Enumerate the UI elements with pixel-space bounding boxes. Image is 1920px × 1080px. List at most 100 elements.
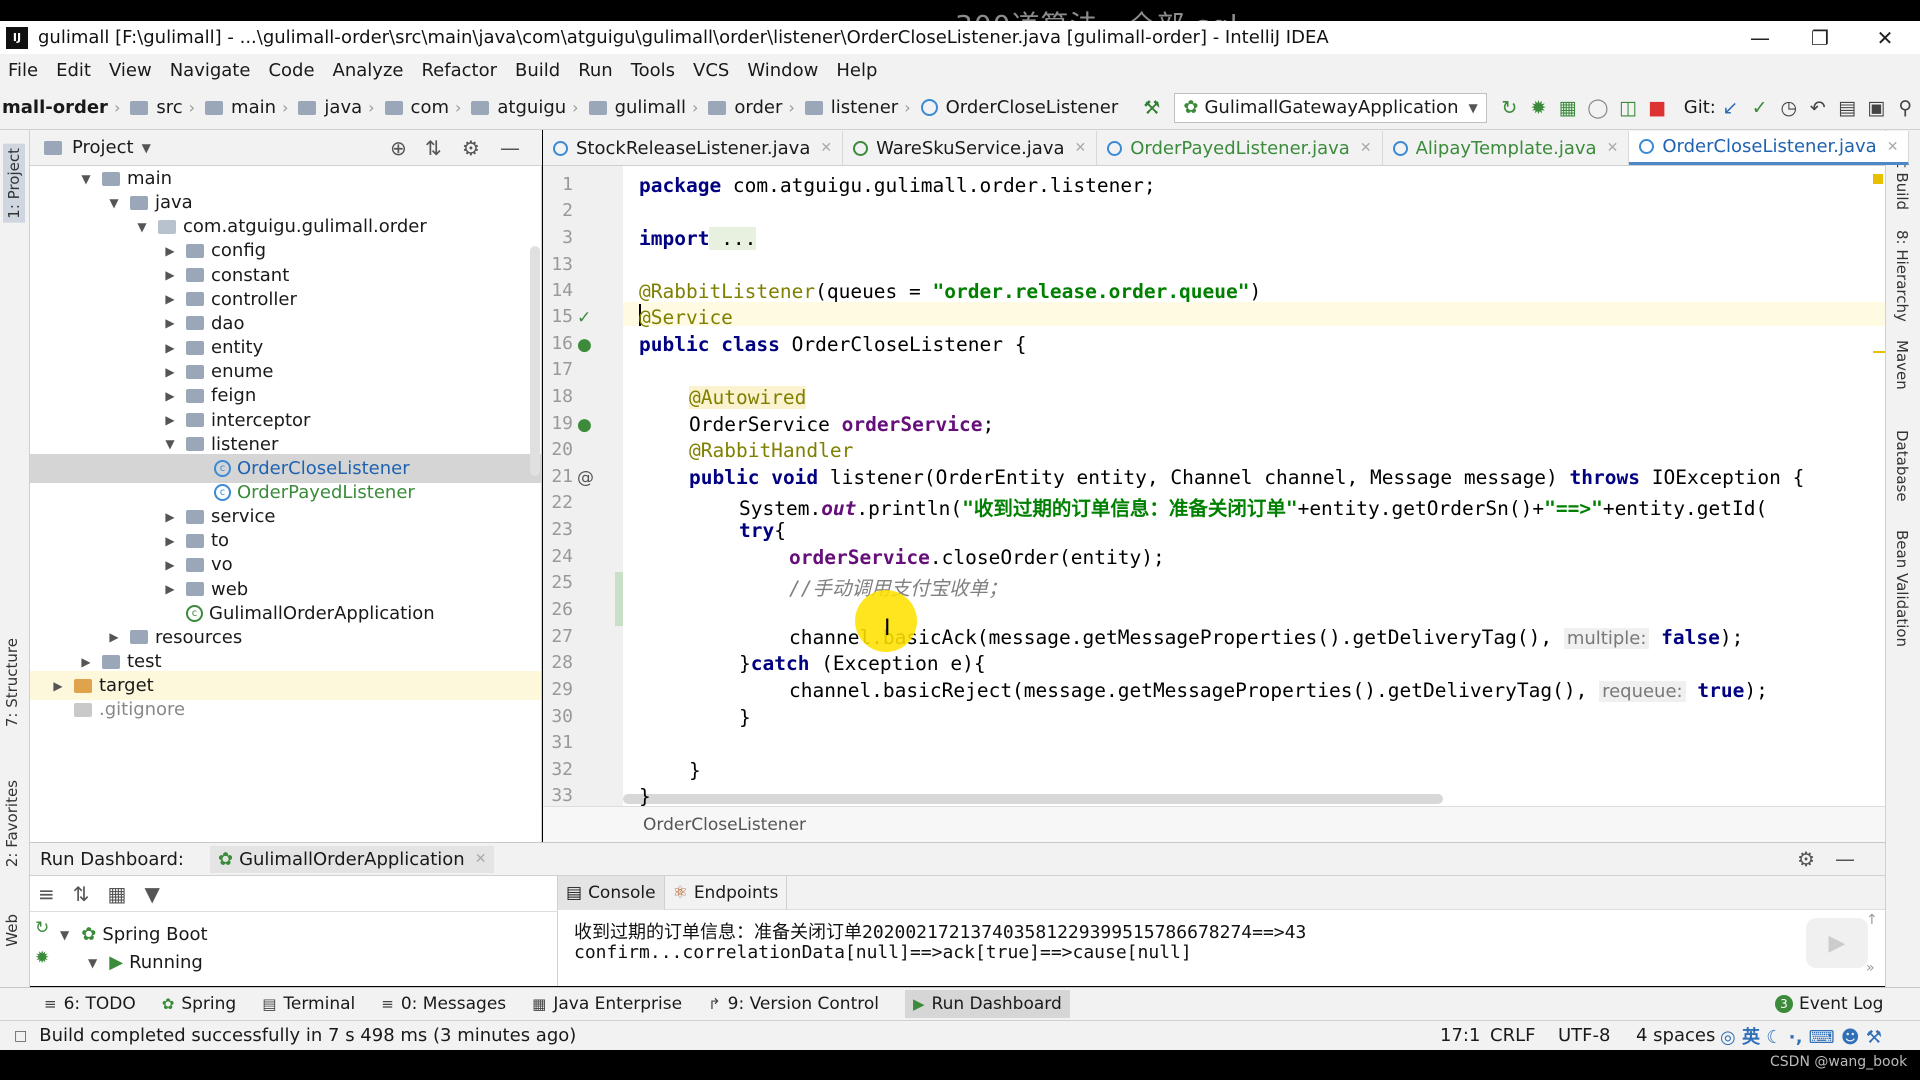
collapse-all-icon[interactable]: ⇅: [73, 882, 90, 906]
search-icon[interactable]: ⚲: [1896, 95, 1915, 121]
status-toggle-icon[interactable]: □: [14, 1028, 27, 1044]
run-config-select[interactable]: ✿ GulimallGatewayApplication ▼: [1174, 92, 1487, 123]
editor-tab[interactable]: WareSkuService.java ✕: [843, 131, 1098, 165]
chevron-right-icon[interactable]: ▶: [162, 510, 178, 524]
close-tab-icon[interactable]: ✕: [1607, 140, 1619, 156]
console-output[interactable]: 收到过期的订单信息：准备关闭订单202002172137403581229399…: [558, 910, 1885, 986]
rerun-icon[interactable]: ↻: [35, 918, 49, 938]
close-tab-icon[interactable]: ✕: [1360, 140, 1372, 156]
menu-navigate[interactable]: Navigate: [170, 60, 251, 81]
chevron-right-icon[interactable]: ▶: [162, 413, 178, 427]
java-enterprise-tool-button[interactable]: ▦ Java Enterprise: [532, 994, 682, 1014]
terminal-tool-button[interactable]: ▤ Terminal: [262, 994, 355, 1014]
editor-tab[interactable]: OrderPayedListener.java ✕: [1097, 131, 1383, 165]
annotation-icon[interactable]: @: [577, 468, 594, 488]
chevron-right-icon[interactable]: ▶: [78, 655, 94, 669]
status-message[interactable]: Build completed successfully in 7 s 498 …: [39, 1025, 576, 1046]
menu-file[interactable]: File: [8, 60, 38, 81]
project-structure-icon[interactable]: ▤: [1837, 95, 1856, 121]
hide-icon[interactable]: —: [500, 136, 520, 160]
indent-setting[interactable]: 4 spaces: [1636, 1025, 1715, 1046]
debug-icon[interactable]: ✹: [35, 948, 49, 968]
locate-icon[interactable]: ⊕: [390, 136, 407, 160]
nav-crumb[interactable]: order ›: [702, 97, 795, 118]
spring-bean-icon[interactable]: ●: [577, 335, 592, 355]
profile-icon[interactable]: ◯: [1587, 95, 1608, 121]
maven-tool-button[interactable]: Maven: [1893, 340, 1911, 390]
close-tab-icon[interactable]: ✕: [820, 140, 832, 156]
nav-crumb[interactable]: listener ›: [799, 97, 911, 118]
tab-console[interactable]: ▤ Console: [558, 875, 665, 910]
chevron-right-icon[interactable]: ▶: [106, 630, 122, 644]
event-log-button[interactable]: 3 Event Log: [1775, 994, 1883, 1014]
chevron-right-icon[interactable]: ▶: [50, 679, 66, 693]
debug-icon[interactable]: ✹: [1529, 95, 1548, 121]
bean-validation-tool-button[interactable]: Bean Validation: [1893, 530, 1911, 647]
nav-crumb-file[interactable]: OrderCloseListener: [915, 97, 1118, 118]
bean-icon[interactable]: ✓: [577, 308, 591, 328]
project-panel-title[interactable]: Project: [72, 137, 134, 158]
run-dashboard-tool-button[interactable]: ▶ Run Dashboard: [905, 990, 1070, 1018]
file-encoding[interactable]: UTF-8: [1558, 1025, 1610, 1046]
minimize-button[interactable]: —: [1735, 21, 1785, 54]
git-commit-icon[interactable]: ✓: [1750, 95, 1769, 121]
chevron-right-icon[interactable]: ▶: [162, 582, 178, 596]
close-button[interactable]: ✕: [1860, 21, 1910, 54]
expand-all-icon[interactable]: ≡: [38, 882, 55, 906]
structure-tool-button[interactable]: 7: Structure: [3, 638, 21, 727]
chevron-down-icon[interactable]: ▼: [134, 220, 150, 234]
chevron-right-icon[interactable]: ▶: [162, 534, 178, 548]
nav-crumb[interactable]: com ›: [379, 97, 461, 118]
chevron-down-icon[interactable]: ▼: [60, 928, 69, 942]
project-tool-button[interactable]: 1: Project: [3, 144, 25, 223]
collapse-icon[interactable]: ⇅: [425, 136, 442, 160]
tree-node-running[interactable]: ▼ ▶ Running: [88, 952, 203, 973]
caret-position[interactable]: 17:1: [1440, 1025, 1480, 1046]
chevron-down-icon[interactable]: ▼: [88, 956, 97, 970]
chevron-right-icon[interactable]: ▶: [162, 341, 178, 355]
filter-icon[interactable]: ▼: [144, 882, 159, 906]
editor-tab[interactable]: AlipayTemplate.java ✕: [1383, 131, 1630, 165]
scroll-down-icon[interactable]: »: [1866, 960, 1875, 976]
database-tool-button[interactable]: Database: [1893, 430, 1911, 502]
gear-icon[interactable]: ⚙: [462, 136, 480, 160]
menu-run[interactable]: Run: [578, 60, 613, 81]
scroll-up-icon[interactable]: ↑: [1866, 912, 1878, 928]
history-icon[interactable]: ◷: [1779, 95, 1798, 121]
menu-refactor[interactable]: Refactor: [421, 60, 497, 81]
editor-tab[interactable]: StockReleaseListener.java ✕: [543, 131, 844, 165]
spring-tool-button[interactable]: ✿ Spring: [162, 994, 236, 1014]
favorites-tool-button[interactable]: 2: Favorites: [3, 780, 21, 867]
nav-crumb[interactable]: java ›: [292, 97, 375, 118]
play-overlay-icon[interactable]: ▶: [1806, 918, 1868, 968]
hammer-icon[interactable]: ⚒: [1142, 95, 1161, 121]
nav-crumb[interactable]: atguigu ›: [465, 97, 579, 118]
code-editor[interactable]: 1 2 3 13 14 15 16 17 18 19 20 21 22 23 24 25 26 27 28 29 30 3…: [543, 166, 1885, 806]
stop-icon[interactable]: ■: [1648, 95, 1667, 121]
ime-toolbar[interactable]: ◎ 英 ☾ ·‚ ⌨ ☻ ⚒: [1720, 1023, 1882, 1049]
hierarchy-tool-button[interactable]: 8: Hierarchy: [1893, 230, 1911, 322]
version-control-tool-button[interactable]: ↱ 9: Version Control: [708, 994, 879, 1014]
menu-analyze[interactable]: Analyze: [333, 60, 404, 81]
project-tree-item[interactable]: .gitignore: [30, 695, 541, 724]
menu-window[interactable]: Window: [747, 60, 818, 81]
chevron-right-icon[interactable]: ▶: [162, 365, 178, 379]
vcs-change-marker[interactable]: [615, 572, 623, 626]
menu-vcs[interactable]: VCS: [693, 60, 729, 81]
git-update-icon[interactable]: ↙: [1721, 95, 1740, 121]
project-tree-scrollbar[interactable]: [530, 246, 540, 476]
todo-tool-button[interactable]: ≡ 6: TODO: [44, 994, 136, 1014]
line-separator[interactable]: CRLF: [1490, 1025, 1535, 1046]
menu-view[interactable]: View: [109, 60, 152, 81]
autowired-icon[interactable]: ●: [577, 415, 592, 435]
close-tab-icon[interactable]: ✕: [1887, 139, 1899, 155]
chevron-right-icon[interactable]: ▶: [162, 268, 178, 282]
chevron-right-icon[interactable]: ▶: [162, 244, 178, 258]
tab-endpoints[interactable]: ⚛ Endpoints: [665, 875, 788, 910]
menu-build[interactable]: Build: [515, 60, 560, 81]
chevron-right-icon[interactable]: ▶: [162, 558, 178, 572]
rerun-icon[interactable]: ↻: [1500, 95, 1519, 121]
coverage-icon[interactable]: ▦: [1558, 95, 1577, 121]
chevron-down-icon[interactable]: ▼: [162, 437, 178, 451]
attach-icon[interactable]: ◫: [1618, 95, 1637, 121]
